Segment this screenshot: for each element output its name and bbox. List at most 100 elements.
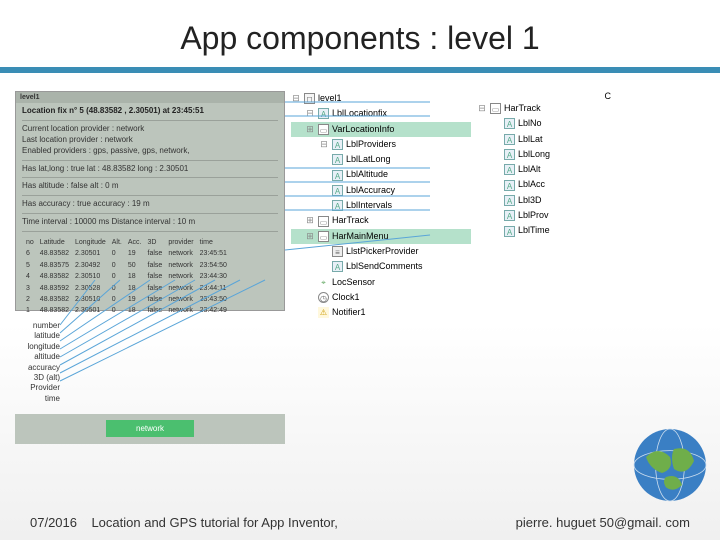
tree-label: HarMainMenu — [332, 229, 389, 244]
current-provider: Current location provider : network — [22, 124, 278, 135]
tree-item[interactable]: ⊟ALblProviders — [291, 137, 471, 152]
component-icon: A — [332, 170, 343, 181]
tree-item[interactable]: ALblLong — [477, 147, 617, 162]
tree-label: VarLocationInfo — [332, 122, 394, 137]
component-icon: A — [332, 185, 343, 196]
tree-item[interactable]: ⊟ALblLocationfix — [291, 106, 471, 121]
component-tree-right: ⊟▭HarTrackALblNoALblLatALblLongALblAltAL… — [477, 101, 617, 239]
expand-icon[interactable]: ⊟ — [291, 91, 301, 106]
tree-item[interactable]: ALblAccuracy — [291, 183, 471, 198]
footer-date: 07/2016 — [30, 515, 77, 530]
tree-item[interactable]: ALbl3D — [477, 193, 617, 208]
expand-icon[interactable]: ⊞ — [305, 213, 315, 228]
table-row: 348.835922.30528018falsenetwork23:44:11 — [24, 284, 229, 293]
tree-label: LblAcc — [518, 177, 545, 192]
fix-line: Location fix n° 5 (48.83582 , 2.30501) a… — [22, 106, 278, 117]
expand-icon[interactable]: ⊟ — [319, 137, 329, 152]
tree-item[interactable]: ALblIntervals — [291, 198, 471, 213]
component-icon: ⌖ — [318, 277, 329, 288]
component-icon: A — [504, 118, 515, 129]
network-button[interactable]: network — [106, 420, 194, 437]
latlong-line: Has lat,long : true lat : 48.83582 long … — [22, 164, 278, 175]
table-row: 448.835822.30510018falsenetwork23:44:30 — [24, 272, 229, 281]
tree-item[interactable]: ⊟▭HarTrack — [477, 101, 617, 116]
tree-label: LocSensor — [332, 275, 375, 290]
column-label: latitude — [15, 331, 60, 341]
tree-label: LblLocationfix — [332, 106, 387, 121]
expand-icon[interactable]: ⊟ — [477, 101, 487, 116]
component-icon: A — [504, 164, 515, 175]
table-header: time — [198, 238, 229, 247]
globe-icon — [630, 425, 710, 505]
phone-bottom: network — [15, 414, 285, 444]
component-icon: A — [504, 195, 515, 206]
tree-item[interactable]: ALblAcc — [477, 177, 617, 192]
column-label: 3D (alt) — [15, 373, 60, 383]
component-icon: A — [332, 200, 343, 211]
last-provider: Last location provider : network — [22, 135, 278, 146]
component-icon: A — [504, 149, 515, 160]
tree-item[interactable]: ALblProv — [477, 208, 617, 223]
tree-label: HarTrack — [504, 101, 541, 116]
tree-item[interactable]: ⊟□level1 — [291, 91, 471, 106]
tree-item[interactable]: ALblAlt — [477, 162, 617, 177]
tree-item[interactable]: ⊞▭HarTrack — [291, 213, 471, 228]
table-header: provider — [166, 238, 195, 247]
footer: 07/2016 Location and GPS tutorial for Ap… — [0, 515, 720, 530]
tree-item[interactable]: ALblLat — [477, 132, 617, 147]
tree-item[interactable]: ⌖LocSensor — [291, 275, 471, 290]
column-label: longitude — [15, 342, 60, 352]
tree-item[interactable]: ALblTime — [477, 223, 617, 238]
content-area: level1 Location fix n° 5 (48.83582 , 2.3… — [0, 91, 720, 471]
tree-item[interactable]: ⊞▭VarLocationInfo — [291, 122, 471, 137]
expand-icon[interactable]: ⊟ — [305, 106, 315, 121]
table-header: Longitude — [73, 238, 108, 247]
column-labels: numberlatitudelongitudealtitudeaccuracy3… — [15, 311, 285, 404]
component-tree-main: ⊟□level1⊟ALblLocationfix⊞▭VarLocationInf… — [291, 91, 471, 320]
table-header: Latitude — [38, 238, 71, 247]
track-table: noLatitudeLongitudeAlt.Acc.3Dprovidertim… — [22, 236, 231, 318]
left-column: level1 Location fix n° 5 (48.83582 , 2.3… — [15, 91, 285, 471]
component-icon: A — [504, 180, 515, 191]
tree-item[interactable]: ALblAltitude — [291, 167, 471, 182]
tree-label: LblNo — [518, 116, 542, 131]
altitude-line: Has altitude : false alt : 0 m — [22, 181, 278, 192]
tree-item[interactable]: ALblNo — [477, 116, 617, 131]
table-header: 3D — [146, 238, 165, 247]
table-header: Acc. — [126, 238, 144, 247]
table-header: no — [24, 238, 36, 247]
tree-item[interactable]: ALblLatLong — [291, 152, 471, 167]
column-label: time — [15, 394, 60, 404]
right-header: C — [477, 91, 617, 101]
tree-item[interactable]: ⚠Notifier1 — [291, 305, 471, 320]
arrow-area — [60, 311, 285, 404]
component-icon: □ — [304, 93, 315, 104]
component-icon: A — [504, 210, 515, 221]
slide-title: App components : level 1 — [0, 0, 720, 67]
table-row: 248.835822.30510019falsenetwork23:43:50 — [24, 295, 229, 304]
expand-icon[interactable]: ⊞ — [305, 122, 315, 137]
expand-icon[interactable]: ⊞ — [305, 229, 315, 244]
divider — [0, 67, 720, 73]
footer-email: pierre. huguet 50@gmail. com — [516, 515, 690, 530]
tree-label: LblSendComments — [346, 259, 423, 274]
component-icon: ◷ — [318, 292, 329, 303]
component-icon: A — [318, 108, 329, 119]
column-label: accuracy — [15, 363, 60, 373]
tree-item[interactable]: ≡LlstPickerProvider — [291, 244, 471, 259]
component-icon: A — [332, 261, 343, 272]
tree-label: LblAltitude — [346, 167, 388, 182]
tree-label: Lbl3D — [518, 193, 542, 208]
component-icon: ▭ — [318, 216, 329, 227]
tree-item[interactable]: ◷Clock1 — [291, 290, 471, 305]
component-icon: A — [332, 154, 343, 165]
tree-item[interactable]: ⊞▭HarMainMenu — [291, 229, 471, 244]
tree-label: LblProviders — [346, 137, 396, 152]
column-label: altitude — [15, 352, 60, 362]
tree-label: Notifier1 — [332, 305, 366, 320]
middle-column: ⊟□level1⊟ALblLocationfix⊞▭VarLocationInf… — [291, 91, 471, 471]
interval-line: Time interval : 10000 ms Distance interv… — [22, 217, 278, 228]
table-row: 648.835822.30501019falsenetwork23:45:51 — [24, 249, 229, 258]
tree-item[interactable]: ALblSendComments — [291, 259, 471, 274]
component-icon: ⚠ — [318, 307, 329, 318]
